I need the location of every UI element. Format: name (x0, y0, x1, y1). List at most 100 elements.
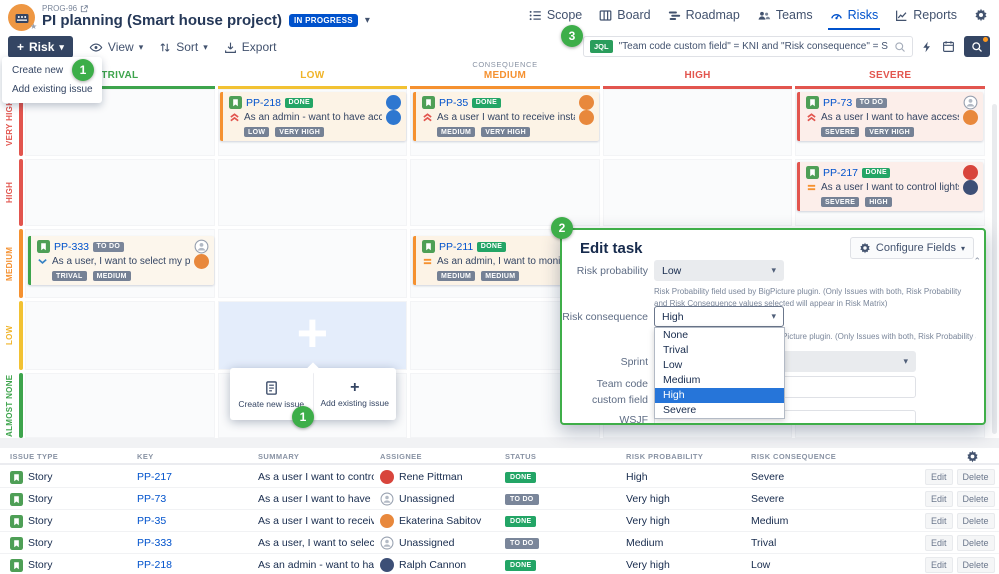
assignee-name: Rene Pittman (399, 471, 463, 483)
status-badge: TO DO (93, 242, 124, 252)
matrix-cell[interactable] (218, 159, 408, 226)
jql-badge: JQL (590, 40, 613, 53)
issue-key-link[interactable]: PP-73 (137, 488, 232, 510)
option-severe[interactable]: Severe (655, 403, 784, 418)
export-button[interactable]: Export (224, 40, 277, 54)
probability-axis-label: PROBABILITY (0, 89, 2, 438)
sort-button[interactable]: Sort ▾ (159, 40, 208, 54)
delete-button[interactable]: Delete (957, 535, 995, 551)
risk-card-pp-73[interactable]: PP-73 TO DO As a user I want to have acc… (797, 92, 983, 141)
table-row[interactable]: Story PP-217 As a user I want to control… (0, 466, 999, 488)
delete-button[interactable]: Delete (957, 557, 995, 573)
nav-reports[interactable]: Reports (895, 8, 957, 22)
story-icon (806, 166, 819, 179)
edit-button[interactable]: Edit (925, 513, 953, 529)
favorite-star-icon[interactable]: ★ (30, 22, 37, 31)
table-row[interactable]: Story PP-333 As a user, I want to select… (0, 532, 999, 554)
nav-label: Roadmap (686, 8, 740, 22)
col-status: STATUS (505, 452, 536, 461)
delete-button[interactable]: Delete (957, 491, 995, 507)
jql-search-bar[interactable]: JQL (583, 36, 913, 57)
matrix-cell[interactable] (410, 159, 600, 226)
matrix-cell[interactable] (25, 373, 215, 438)
probability-badge: MEDIUM (481, 271, 519, 281)
option-trival[interactable]: Trival (655, 343, 784, 358)
option-low[interactable]: Low (655, 358, 784, 373)
row-header-low: LOW (3, 301, 16, 370)
menu-item-add-existing[interactable]: Add existing issue (2, 80, 102, 99)
issue-key-link[interactable]: PP-218 (246, 97, 281, 109)
eye-icon (89, 41, 103, 54)
issue-key-link[interactable]: PP-217 (823, 167, 858, 179)
risk-card-pp-218[interactable]: PP-218 DONE As an admin - want to have a… (220, 92, 406, 141)
table-row[interactable]: Story PP-73 As a user I want to have acc… (0, 488, 999, 510)
nav-teams[interactable]: Teams (757, 8, 813, 22)
nav-roadmap[interactable]: Roadmap (668, 8, 740, 22)
lightning-icon[interactable] (921, 40, 933, 54)
risk-card-pp-333[interactable]: PP-333 TO DO As a user, I want to select… (28, 236, 214, 285)
nav-scope[interactable]: Scope (529, 8, 582, 22)
option-none[interactable]: None (655, 328, 784, 343)
add-existing-issue-label: Add existing issue (320, 398, 389, 408)
settings-gear-button[interactable] (974, 8, 988, 22)
chevron-down-icon[interactable]: ▾ (365, 15, 370, 26)
table-row[interactable]: Story PP-218 As an admin - want to have … (0, 554, 999, 574)
summary-cell: As a user I want to have access to o (258, 488, 374, 510)
jql-search-input[interactable] (619, 41, 888, 52)
delete-button[interactable]: Delete (957, 469, 995, 485)
notification-dot (983, 37, 988, 42)
option-high-selected[interactable]: High (655, 388, 784, 403)
delete-button[interactable]: Delete (957, 513, 995, 529)
issue-key-link[interactable]: PP-35 (137, 510, 232, 532)
table-settings-gear-icon[interactable] (966, 450, 979, 463)
issue-key-link[interactable]: PP-217 (137, 466, 232, 488)
gear-icon (974, 8, 988, 22)
consequence-badge: LOW (244, 127, 269, 137)
issue-key-link[interactable]: PP-35 (439, 97, 468, 109)
column-header-medium: MEDIUM (410, 70, 600, 89)
add-risk-button[interactable]: + Risk ▾ (8, 36, 73, 58)
risk-consequence-select[interactable]: High ▾ (654, 306, 784, 327)
scrollbar[interactable] (992, 104, 997, 434)
issue-key-link[interactable]: PP-333 (137, 532, 232, 554)
matrix-cell[interactable] (603, 89, 793, 156)
issue-key-link[interactable]: PP-333 (54, 241, 89, 253)
story-icon (422, 240, 435, 253)
edit-button[interactable]: Edit (925, 557, 953, 573)
add-existing-issue-button[interactable]: + Add existing issue (313, 368, 397, 420)
annotation-step-2-badge: 2 (551, 217, 573, 239)
calendar-icon[interactable] (942, 40, 955, 53)
issue-type: Story (28, 493, 53, 505)
run-search-button[interactable] (964, 36, 990, 57)
status-badge: DONE (505, 516, 536, 527)
panel-title: Edit task (580, 240, 643, 257)
configure-fields-button[interactable]: Configure Fields ▾ (850, 237, 974, 259)
matrix-cell-hovered[interactable]: + (218, 301, 408, 370)
status-badge: DONE (472, 98, 500, 108)
view-button[interactable]: View ▾ (89, 40, 143, 54)
table-row[interactable]: Story PP-35 As a user I want to receive … (0, 510, 999, 532)
edit-button[interactable]: Edit (925, 535, 953, 551)
section-divider (0, 438, 999, 448)
scroll-up-caret-icon[interactable]: ⌃ (973, 256, 981, 267)
risk-card-pp-35[interactable]: PP-35 DONE As a user I want to receive i… (413, 92, 599, 141)
issue-key-link[interactable]: PP-211 (439, 241, 473, 253)
nav-board[interactable]: Board (599, 8, 650, 22)
export-label: Export (242, 40, 277, 54)
matrix-cell[interactable] (218, 229, 408, 298)
risk-probability-select[interactable]: Low ▾ (654, 260, 784, 281)
risk-card-pp-217[interactable]: PP-217 DONE As a user I want to control … (797, 162, 983, 211)
matrix-cell[interactable] (603, 159, 793, 226)
edit-button[interactable]: Edit (925, 469, 953, 485)
issue-key-link[interactable]: PP-218 (137, 554, 232, 574)
row-bar-high (19, 159, 23, 226)
matrix-cell[interactable] (25, 301, 215, 370)
row-bar-low (19, 301, 23, 370)
matrix-cell[interactable] (25, 159, 215, 226)
annotation-step-1-badge: 1 (292, 406, 314, 428)
edit-button[interactable]: Edit (925, 491, 953, 507)
option-medium[interactable]: Medium (655, 373, 784, 388)
avatar (386, 95, 401, 110)
issue-key-link[interactable]: PP-73 (823, 97, 852, 109)
nav-risks[interactable]: Risks (830, 8, 879, 22)
